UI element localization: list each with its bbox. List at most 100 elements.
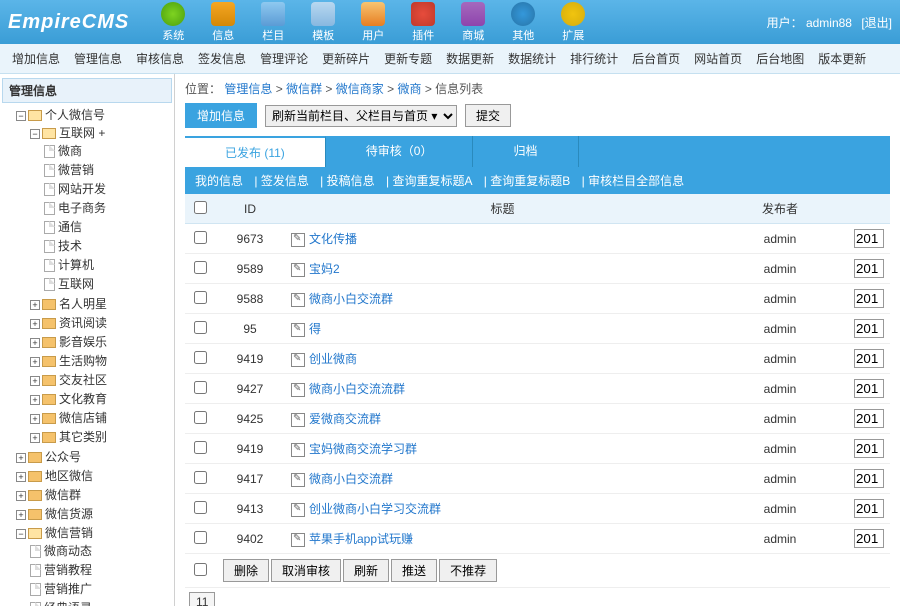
- nav-shop[interactable]: 商城: [449, 0, 497, 45]
- date-input[interactable]: [854, 319, 884, 338]
- refresh-select[interactable]: 刷新当前栏目、父栏目与首页 ▾: [265, 105, 457, 127]
- nav-template[interactable]: 模板: [299, 0, 347, 45]
- tree-yingxiao[interactable]: 微信营销: [45, 526, 93, 540]
- tree-branch[interactable]: 微信群: [45, 488, 81, 502]
- edit-icon[interactable]: [291, 263, 305, 277]
- tree-branch[interactable]: 交友社区: [59, 373, 107, 387]
- tree-branch[interactable]: 微信货源: [45, 507, 93, 521]
- tree-leaf[interactable]: 微商动态: [44, 544, 92, 558]
- edit-icon[interactable]: [291, 503, 305, 517]
- row-checkbox[interactable]: [194, 411, 207, 424]
- bulk-action-button[interactable]: 不推荐: [439, 559, 497, 582]
- subnav-item[interactable]: 审核信息: [136, 50, 184, 67]
- expand-icon[interactable]: +: [30, 300, 40, 310]
- select-all-checkbox[interactable]: [194, 201, 207, 214]
- edit-icon[interactable]: [291, 533, 305, 547]
- row-title-link[interactable]: 创业微商小白学习交流群: [309, 502, 441, 516]
- row-checkbox[interactable]: [194, 261, 207, 274]
- row-title-link[interactable]: 文化传播: [309, 232, 357, 246]
- tree-leaf[interactable]: 互联网: [58, 277, 94, 291]
- edit-icon[interactable]: [291, 413, 305, 427]
- edit-icon[interactable]: [291, 443, 305, 457]
- add-info-button[interactable]: 增加信息: [185, 103, 257, 128]
- subnav-item[interactable]: 版本更新: [818, 50, 866, 67]
- edit-icon[interactable]: [291, 353, 305, 367]
- filter-link[interactable]: 签发信息: [261, 174, 309, 188]
- subnav-item[interactable]: 管理信息: [74, 50, 122, 67]
- tree-branch[interactable]: 文化教育: [59, 392, 107, 406]
- subnav-item[interactable]: 数据统计: [508, 50, 556, 67]
- row-title-link[interactable]: 宝妈2: [309, 262, 340, 276]
- row-checkbox[interactable]: [194, 471, 207, 484]
- tree-leaf[interactable]: 技术: [58, 239, 82, 253]
- expand-icon[interactable]: +: [16, 453, 26, 463]
- nav-other[interactable]: 其他: [499, 0, 547, 45]
- collapse-icon[interactable]: −: [30, 129, 40, 139]
- select-all-bottom-checkbox[interactable]: [194, 563, 207, 576]
- tab[interactable]: 待审核（0）: [326, 136, 474, 167]
- tree-branch[interactable]: 影音娱乐: [59, 335, 107, 349]
- row-title-link[interactable]: 得: [309, 322, 321, 336]
- date-input[interactable]: [854, 379, 884, 398]
- tree-leaf[interactable]: 计算机: [58, 258, 94, 272]
- col-publisher[interactable]: 发布者: [720, 194, 840, 224]
- tree-leaf[interactable]: 网站开发: [58, 182, 106, 196]
- tree-branch[interactable]: 名人明星: [59, 297, 107, 311]
- tree-branch[interactable]: 地区微信: [45, 469, 93, 483]
- expand-icon[interactable]: +: [16, 472, 26, 482]
- subnav-item[interactable]: 更新碎片: [322, 50, 370, 67]
- date-input[interactable]: [854, 529, 884, 548]
- row-title-link[interactable]: 微商小白交流群: [309, 292, 393, 306]
- filter-link[interactable]: 我的信息: [195, 174, 243, 188]
- row-checkbox[interactable]: [194, 351, 207, 364]
- edit-icon[interactable]: [291, 383, 305, 397]
- row-checkbox[interactable]: [194, 531, 207, 544]
- expand-icon[interactable]: +: [30, 414, 40, 424]
- crumb-link[interactable]: 微信商家: [336, 82, 384, 96]
- tree-branch[interactable]: 微信店铺: [59, 411, 107, 425]
- col-id[interactable]: ID: [215, 194, 285, 224]
- subnav-item[interactable]: 数据更新: [446, 50, 494, 67]
- row-checkbox[interactable]: [194, 381, 207, 394]
- expand-icon[interactable]: +: [30, 319, 40, 329]
- crumb-link[interactable]: 微信群: [286, 82, 322, 96]
- bulk-action-button[interactable]: 取消审核: [271, 559, 341, 582]
- edit-icon[interactable]: [291, 473, 305, 487]
- expand-icon[interactable]: +: [30, 357, 40, 367]
- edit-icon[interactable]: [291, 233, 305, 247]
- date-input[interactable]: [854, 499, 884, 518]
- tab[interactable]: 归档: [473, 136, 578, 167]
- nav-extend[interactable]: 扩展: [549, 0, 597, 45]
- subnav-item[interactable]: 后台首页: [632, 50, 680, 67]
- filter-link[interactable]: 投稿信息: [327, 174, 375, 188]
- bulk-action-button[interactable]: 刷新: [343, 559, 389, 582]
- row-checkbox[interactable]: [194, 501, 207, 514]
- nav-user[interactable]: 用户: [349, 0, 397, 45]
- tree-root[interactable]: 个人微信号: [45, 108, 105, 122]
- tree-branch[interactable]: 生活购物: [59, 354, 107, 368]
- filter-link[interactable]: 查询重复标题A: [392, 174, 472, 188]
- tab[interactable]: 已发布 (11): [185, 136, 326, 167]
- date-input[interactable]: [854, 289, 884, 308]
- tree-branch[interactable]: 其它类别: [59, 430, 107, 444]
- logout-link[interactable]: [退出]: [861, 16, 892, 30]
- tree-leaf[interactable]: 微营销: [58, 163, 94, 177]
- expand-icon[interactable]: +: [30, 395, 40, 405]
- nav-info[interactable]: 信息: [199, 0, 247, 45]
- edit-icon[interactable]: [291, 293, 305, 307]
- submit-button[interactable]: 提交: [465, 104, 511, 127]
- nav-column[interactable]: 栏目: [249, 0, 297, 45]
- col-title[interactable]: 标题: [285, 194, 720, 224]
- collapse-icon[interactable]: −: [16, 529, 26, 539]
- subnav-item[interactable]: 排行统计: [570, 50, 618, 67]
- row-title-link[interactable]: 爱微商交流群: [309, 412, 381, 426]
- expand-icon[interactable]: +: [16, 491, 26, 501]
- date-input[interactable]: [854, 229, 884, 248]
- bulk-action-button[interactable]: 删除: [223, 559, 269, 582]
- expand-icon[interactable]: +: [30, 433, 40, 443]
- row-title-link[interactable]: 微商小白交流群: [309, 472, 393, 486]
- row-title-link[interactable]: 微商小白交流流群: [309, 382, 405, 396]
- filter-link[interactable]: 查询重复标题B: [490, 174, 570, 188]
- subnav-item[interactable]: 管理评论: [260, 50, 308, 67]
- tree-branch[interactable]: 公众号: [45, 450, 81, 464]
